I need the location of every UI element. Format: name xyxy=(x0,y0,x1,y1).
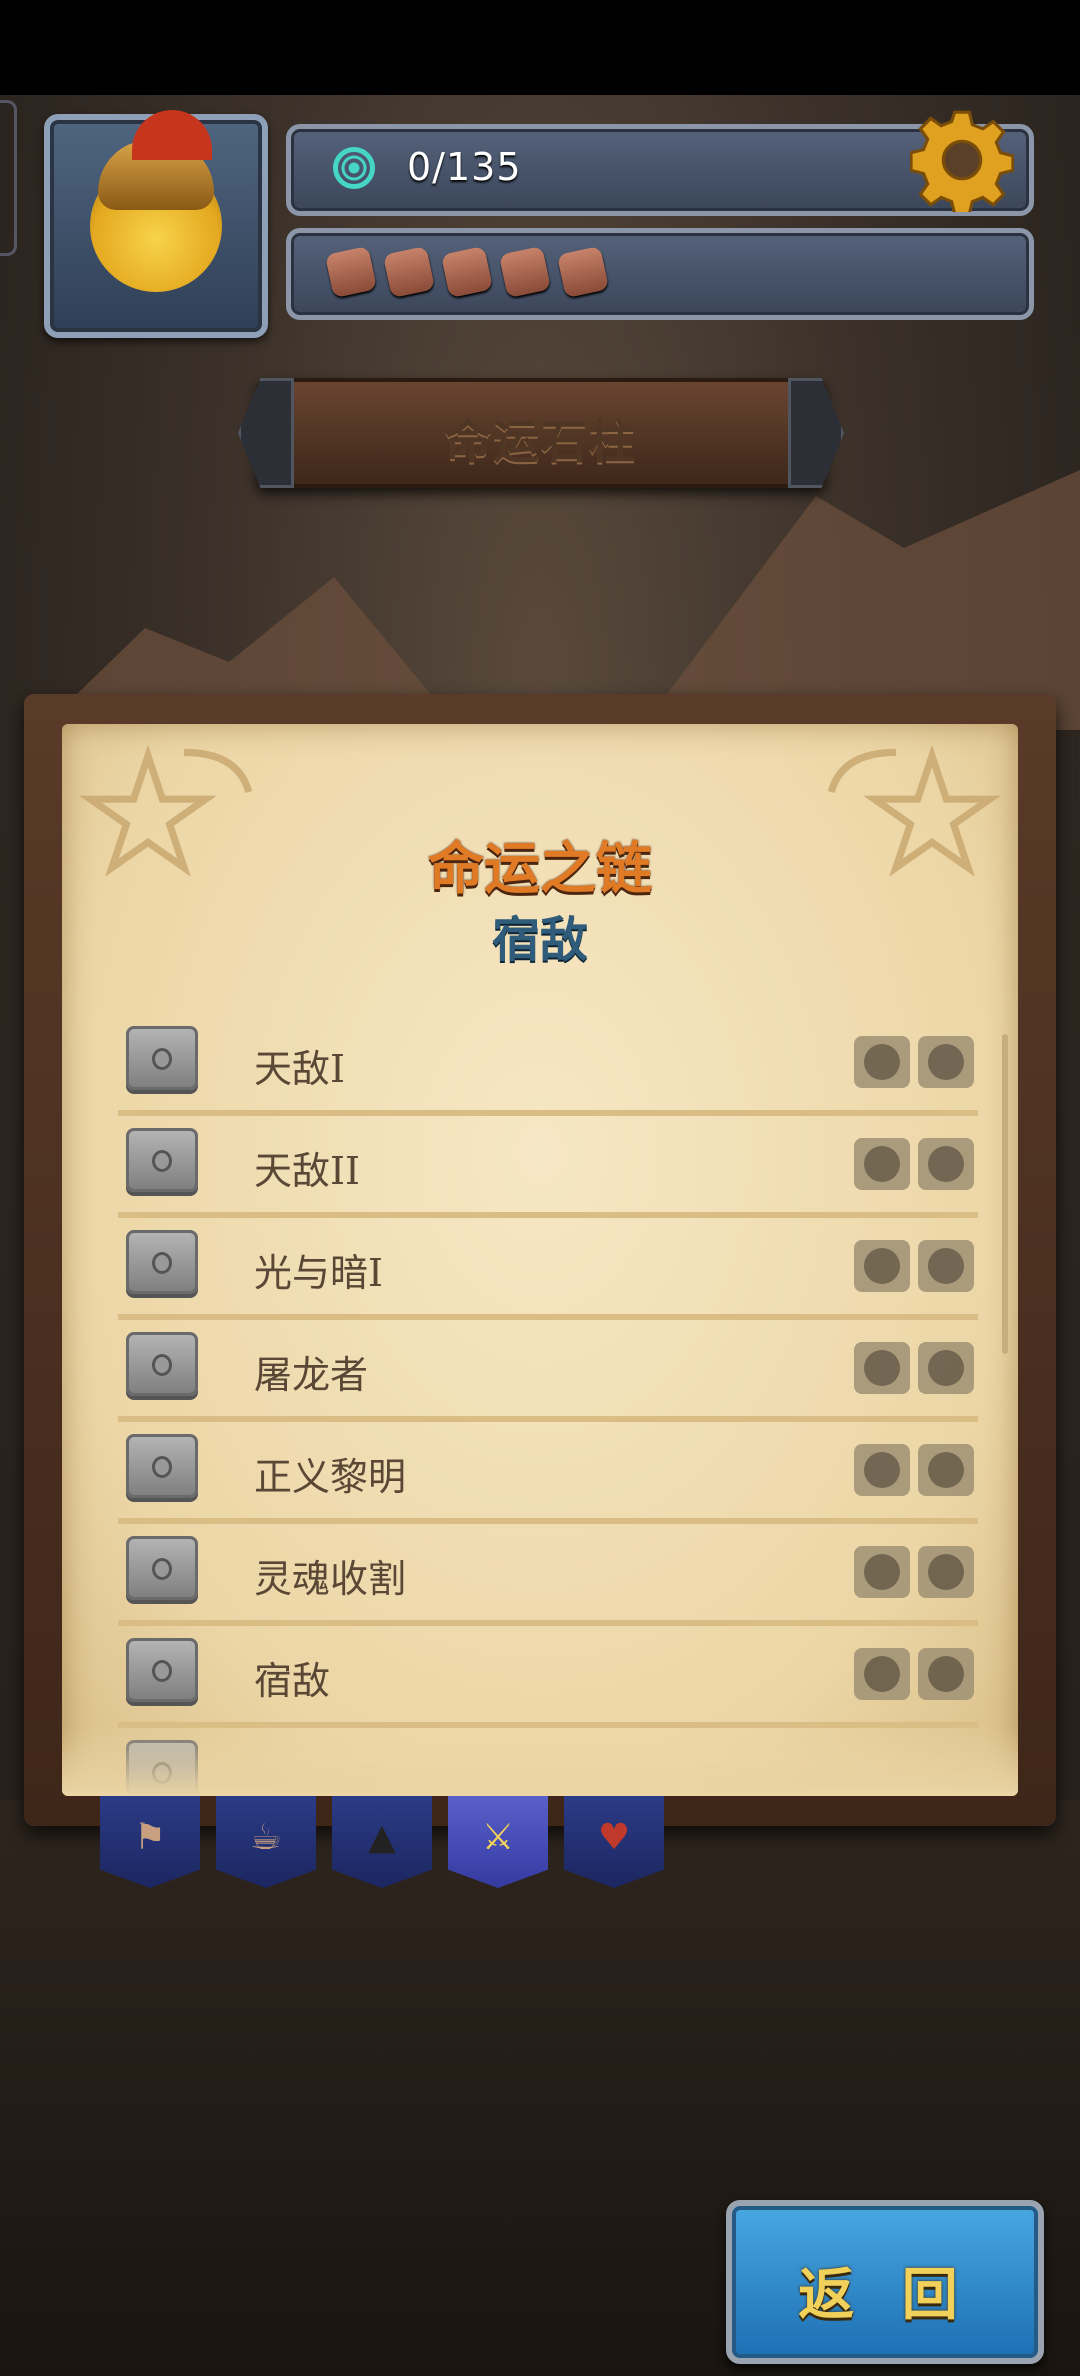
location-title: 命运石柱 xyxy=(445,415,637,469)
chain-row-label: 天敌II xyxy=(254,1149,361,1193)
hero-portrait-icon xyxy=(918,1138,974,1190)
heart-arrow-icon: ♥ xyxy=(597,1817,631,1858)
tokens-bar xyxy=(286,228,1034,320)
stone-token-icon xyxy=(498,245,552,299)
chest-icon xyxy=(126,1536,198,1600)
signpost-icon: ⚑ xyxy=(133,1817,167,1858)
list-fade xyxy=(62,1724,1018,1796)
hero-portrait-icon xyxy=(854,1444,910,1496)
panel-heading: 命运之链 xyxy=(428,837,652,902)
panel-subheading: 宿敌 xyxy=(491,912,588,968)
chest-icon xyxy=(126,1128,198,1192)
chest-icon xyxy=(126,1434,198,1498)
chain-row-label: 光与暗I xyxy=(254,1251,384,1295)
spiral-icon xyxy=(333,147,375,189)
parchment: 命运之链 宿敌 天敌I 天敌II 光与暗I 屠龙者 正义黎明 灵魂收割 宿敌 xyxy=(62,724,1018,1796)
hero-portrait-icon xyxy=(854,1342,910,1394)
hero-portrait-icon xyxy=(918,1342,974,1394)
side-tab-handle[interactable] xyxy=(0,100,17,256)
chain-row[interactable]: 灵魂收割 xyxy=(118,1524,978,1626)
stone-token-icon xyxy=(382,245,436,299)
chain-row[interactable]: 光与暗I xyxy=(118,1218,978,1320)
chain-row[interactable]: 屠龙者 xyxy=(118,1320,978,1422)
helmet-plume xyxy=(132,110,212,160)
mountain-backdrop xyxy=(640,470,1080,730)
hero-silhouette-icon xyxy=(918,1240,974,1292)
tab-academy[interactable]: ▲ xyxy=(332,1796,432,1888)
hero-portrait-icon xyxy=(918,1444,974,1496)
hero-portrait-icon xyxy=(854,1036,910,1088)
gear-icon[interactable] xyxy=(910,108,1014,212)
tab-bonds[interactable]: ♥ xyxy=(564,1796,664,1888)
back-button-label: 返 回 xyxy=(798,2263,972,2328)
fate-chain-panel: 命运之链 宿敌 天敌I 天敌II 光与暗I 屠龙者 正义黎明 灵魂收割 宿敌 xyxy=(24,694,1056,1826)
chain-row[interactable]: 正义黎明 xyxy=(118,1422,978,1524)
chain-row[interactable]: 天敌I xyxy=(118,1014,978,1116)
back-button[interactable]: 返 回 xyxy=(726,2200,1044,2364)
hero-silhouette-icon xyxy=(854,1138,910,1190)
chain-row-label: 正义黎明 xyxy=(254,1455,407,1499)
list-scrollbar[interactable] xyxy=(1002,1034,1008,1354)
chain-row[interactable]: 宿敌 xyxy=(118,1626,978,1728)
chain-row-label: 宿敌 xyxy=(254,1659,331,1703)
currency-value: 0/135 xyxy=(407,145,522,189)
chain-row-label: 灵魂收割 xyxy=(254,1557,407,1601)
hero-portrait-icon xyxy=(918,1546,974,1598)
hero-portrait-icon xyxy=(918,1648,974,1700)
chest-icon xyxy=(126,1332,198,1396)
hero-portrait-icon xyxy=(854,1648,910,1700)
hero-portrait-icon xyxy=(854,1546,910,1598)
tavern-mugs-icon: ☕ xyxy=(249,1817,283,1858)
stone-token-icon xyxy=(440,245,494,299)
chest-icon xyxy=(126,1026,198,1090)
tab-rivals[interactable]: ⚔ xyxy=(448,1796,548,1888)
hero-portrait-icon xyxy=(854,1240,910,1292)
tab-signpost[interactable]: ⚑ xyxy=(100,1796,200,1888)
stone-token-icon xyxy=(556,245,610,299)
tab-tavern[interactable]: ☕ xyxy=(216,1796,316,1888)
stone-token-icon xyxy=(324,245,378,299)
hero-portrait-icon xyxy=(918,1036,974,1088)
chain-row[interactable]: 天敌II xyxy=(118,1116,978,1218)
chest-icon xyxy=(126,1638,198,1702)
hero-avatar[interactable] xyxy=(44,110,268,338)
chain-row-label: 屠龙者 xyxy=(254,1353,369,1397)
chest-icon xyxy=(126,1230,198,1294)
crossed-swords-icon: ⚔ xyxy=(481,1817,515,1858)
chain-row-label: 天敌I xyxy=(254,1047,346,1091)
location-banner: 命运石柱 xyxy=(238,378,844,488)
graduation-cap-icon: ▲ xyxy=(368,1817,396,1858)
status-bar-area xyxy=(0,0,1080,95)
